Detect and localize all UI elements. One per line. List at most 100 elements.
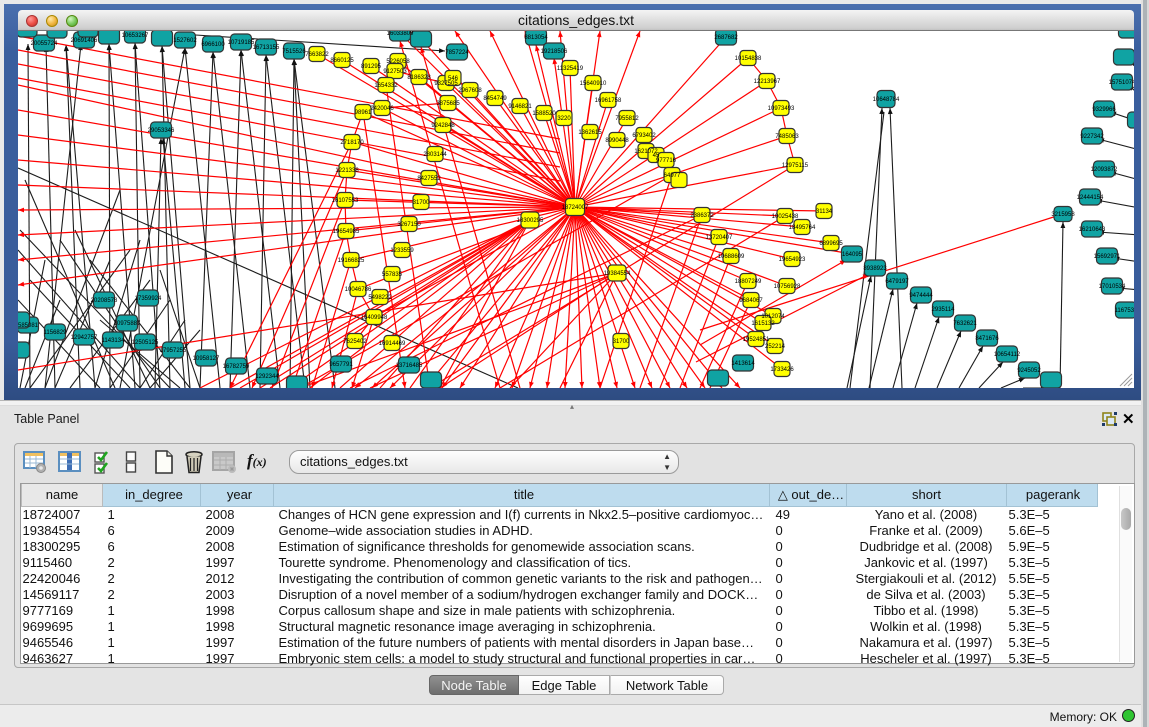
svg-text:3875685: 3875685 bbox=[436, 101, 460, 107]
svg-text:10025438: 10025438 bbox=[772, 214, 799, 220]
svg-text:15751074: 15751074 bbox=[1109, 80, 1134, 86]
svg-text:20208578: 20208578 bbox=[91, 298, 118, 304]
svg-text:16914469: 16914469 bbox=[379, 341, 406, 347]
svg-text:1413614: 1413614 bbox=[731, 361, 755, 367]
svg-text:546: 546 bbox=[448, 76, 459, 82]
svg-text:891295: 891295 bbox=[361, 64, 382, 70]
svg-text:16033809: 16033809 bbox=[387, 31, 414, 37]
svg-text:19524851: 19524851 bbox=[743, 337, 770, 343]
svg-text:164095: 164095 bbox=[842, 252, 863, 258]
svg-text:8471676: 8471676 bbox=[975, 336, 999, 342]
svg-text:17010534: 17010534 bbox=[1099, 284, 1126, 290]
svg-text:10975887: 10975887 bbox=[114, 321, 141, 327]
svg-text:8938923: 8938923 bbox=[863, 266, 887, 272]
svg-text:13720407: 13720407 bbox=[706, 235, 733, 241]
svg-text:98961: 98961 bbox=[355, 110, 372, 116]
svg-text:17957255: 17957255 bbox=[160, 348, 187, 354]
svg-text:3267150: 3267150 bbox=[397, 222, 421, 228]
svg-text:1012074: 1012074 bbox=[761, 314, 785, 320]
svg-text:1167534: 1167534 bbox=[1115, 308, 1134, 314]
svg-text:585081: 585081 bbox=[18, 323, 39, 329]
svg-text:9657791: 9657791 bbox=[329, 362, 353, 368]
svg-text:10688609: 10688609 bbox=[718, 254, 745, 260]
svg-text:2420046: 2420046 bbox=[370, 106, 394, 112]
svg-text:16961758: 16961758 bbox=[595, 98, 622, 104]
svg-text:10648784: 10648784 bbox=[873, 97, 900, 103]
svg-text:1733426: 1733426 bbox=[770, 367, 794, 373]
svg-text:16409948: 16409948 bbox=[361, 315, 388, 321]
svg-text:6479197: 6479197 bbox=[885, 279, 909, 285]
svg-text:1362615: 1362615 bbox=[578, 130, 602, 136]
svg-text:3215958: 3215958 bbox=[1051, 212, 1075, 218]
svg-text:557835: 557835 bbox=[382, 272, 403, 278]
svg-text:17359924: 17359924 bbox=[135, 296, 162, 302]
svg-text:10756928: 10756928 bbox=[774, 284, 801, 290]
svg-text:10154838: 10154838 bbox=[735, 56, 762, 62]
svg-text:5226058: 5226058 bbox=[386, 59, 410, 65]
svg-text:2718170: 2718170 bbox=[340, 140, 364, 146]
svg-text:10653267: 10653267 bbox=[122, 33, 149, 39]
svg-text:8427552: 8427552 bbox=[417, 176, 441, 182]
svg-text:13716485: 13716485 bbox=[396, 363, 423, 369]
svg-text:19218506: 19218506 bbox=[541, 49, 568, 55]
svg-text:15692971: 15692971 bbox=[1094, 254, 1121, 260]
svg-text:12942757: 12942757 bbox=[71, 335, 98, 341]
svg-text:19654985: 19654985 bbox=[333, 229, 360, 235]
svg-text:1143134: 1143134 bbox=[102, 338, 126, 344]
svg-text:10958127: 10958127 bbox=[193, 356, 220, 362]
svg-text:12213967: 12213967 bbox=[754, 79, 781, 85]
svg-text:8660125: 8660125 bbox=[330, 58, 354, 64]
svg-text:9127503: 9127503 bbox=[383, 69, 407, 75]
svg-text:1292344: 1292344 bbox=[255, 374, 279, 380]
svg-text:15640910: 15640910 bbox=[580, 81, 607, 87]
svg-text:5498222: 5498222 bbox=[368, 295, 392, 301]
svg-text:6793402: 6793402 bbox=[632, 133, 656, 139]
svg-text:2803144: 2803144 bbox=[423, 152, 447, 158]
svg-text:10654112: 10654112 bbox=[994, 352, 1021, 358]
svg-text:8813054: 8813054 bbox=[524, 35, 548, 41]
svg-text:19166825: 19166825 bbox=[338, 258, 365, 264]
svg-text:6899695: 6899695 bbox=[819, 241, 843, 247]
svg-text:3220: 3220 bbox=[557, 116, 571, 122]
svg-text:9329966: 9329966 bbox=[1092, 107, 1116, 113]
svg-text:1221338: 1221338 bbox=[335, 168, 359, 174]
svg-text:1156829: 1156829 bbox=[44, 330, 68, 336]
svg-text:8186328: 8186328 bbox=[407, 75, 431, 81]
svg-text:10719185: 10719185 bbox=[228, 40, 255, 46]
svg-text:7485063: 7485063 bbox=[775, 134, 799, 140]
svg-text:9146821: 9146821 bbox=[508, 104, 532, 110]
svg-text:12444154: 12444154 bbox=[1077, 195, 1104, 201]
svg-text:12093872: 12093872 bbox=[1091, 167, 1118, 173]
svg-text:2935114: 2935114 bbox=[932, 307, 956, 313]
svg-text:9684067: 9684067 bbox=[739, 298, 763, 304]
svg-text:18807249: 18807249 bbox=[735, 279, 762, 285]
svg-text:12505125: 12505125 bbox=[132, 340, 159, 346]
svg-text:7663822: 7663822 bbox=[305, 52, 329, 58]
svg-text:8990448: 8990448 bbox=[605, 138, 629, 144]
svg-text:252214: 252214 bbox=[765, 344, 786, 350]
svg-text:20055724: 20055724 bbox=[31, 41, 58, 47]
svg-text:16107553: 16107553 bbox=[332, 198, 359, 204]
svg-text:977716: 977716 bbox=[656, 158, 677, 164]
svg-text:7515526: 7515526 bbox=[282, 49, 306, 55]
svg-text:2967608: 2967608 bbox=[458, 88, 482, 94]
svg-text:12975115: 12975115 bbox=[782, 163, 809, 169]
svg-text:10046786: 10046786 bbox=[345, 287, 372, 293]
svg-text:7632621: 7632621 bbox=[953, 321, 977, 327]
svg-text:9227342: 9227342 bbox=[1080, 134, 1104, 140]
svg-text:1588520: 1588520 bbox=[532, 111, 556, 117]
svg-text:7955812: 7955812 bbox=[615, 116, 639, 122]
svg-text:16782759: 16782759 bbox=[223, 364, 250, 370]
svg-text:18724007: 18724007 bbox=[562, 205, 589, 211]
svg-text:9242848: 9242848 bbox=[431, 123, 455, 129]
svg-text:19384554: 19384554 bbox=[604, 271, 631, 277]
svg-text:10973493: 10973493 bbox=[768, 106, 795, 112]
svg-text:31700: 31700 bbox=[413, 200, 430, 206]
svg-text:1233559: 1233559 bbox=[390, 248, 414, 254]
svg-text:18300295: 18300295 bbox=[517, 218, 544, 224]
svg-text:2687682: 2687682 bbox=[714, 35, 738, 41]
svg-text:1654332: 1654332 bbox=[374, 83, 398, 89]
svg-text:11325419: 11325419 bbox=[557, 66, 584, 72]
svg-text:9474444: 9474444 bbox=[909, 293, 933, 299]
svg-text:1527602: 1527602 bbox=[173, 38, 197, 44]
